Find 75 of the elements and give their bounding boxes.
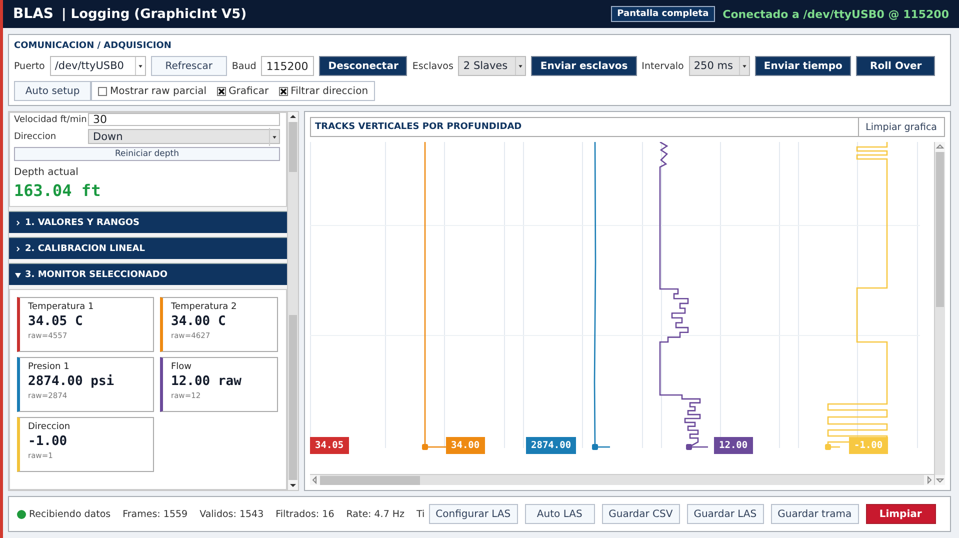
field-label: Esclavos [412, 60, 454, 72]
reset-depth-button[interactable]: Reiniciar depth [14, 147, 280, 161]
checkbox[interactable]: Graficar [216, 86, 269, 96]
caret-down-icon [15, 272, 21, 278]
action-button[interactable]: Configurar LAS [428, 504, 518, 524]
monitor-name: Temperatura 1 [28, 302, 95, 312]
status-label: Ti [416, 508, 425, 520]
baud-field[interactable]: 115200 [261, 56, 314, 76]
rate-text: Rate: 4.7 Hz [346, 508, 405, 520]
monitor-name: Temperatura 2 [171, 302, 238, 312]
check-mark-icon [280, 88, 287, 94]
action-button[interactable]: Guardar LAS [686, 504, 764, 524]
scrollbar[interactable] [287, 112, 298, 490]
scroll-thumb[interactable] [320, 476, 420, 484]
track-value: 34.05 [310, 437, 349, 454]
field-label: Velocidad ft/min [14, 114, 84, 124]
scroll-thumb[interactable] [289, 315, 297, 480]
monitor-value: 34.00 C [171, 314, 227, 329]
connection-status: Conectado a /dev/ttyUSB0 @ 115200 [722, 8, 949, 20]
send-slaves-button[interactable]: Enviar esclavos [531, 56, 637, 76]
field-label: Direccion [14, 132, 58, 142]
action-button[interactable]: Guardar trama [770, 504, 859, 524]
port-select[interactable]: /dev/ttyUSB0 [50, 56, 146, 76]
section-header[interactable]: 1. VALORES Y RANGOS [9, 211, 287, 233]
chart-title: TRACKS VERTICALES POR PROFUNDIDAD [314, 121, 523, 134]
monitor-value: 34.05 C [28, 314, 84, 329]
track-value: -1.00 [849, 437, 888, 454]
status-text: Recibiendo datos [29, 508, 111, 520]
monitor-value: 2874.00 psi [28, 374, 116, 389]
track-value: 34.00 [446, 437, 485, 454]
check-mark-icon [218, 88, 225, 94]
action-button[interactable]: Limpiar [866, 504, 936, 524]
depth-value: 163.04 ft [14, 181, 102, 200]
scroll-thumb[interactable] [936, 152, 944, 307]
frames-count: Frames: 1559 [122, 508, 188, 520]
disconnect-button[interactable]: Desconectar [319, 56, 408, 76]
dropdown-caret-icon [738, 57, 749, 75]
field-label: Baud [232, 60, 256, 72]
chevron-right-icon [15, 220, 21, 226]
monitor-name: Flow [171, 362, 193, 372]
dropdown-caret-icon [134, 57, 145, 75]
slaves-select[interactable]: 2 Slaves [458, 56, 526, 76]
chevron-right-icon [15, 246, 21, 252]
monitor-value: 12.00 raw [171, 374, 242, 389]
action-button[interactable]: Auto LAS [524, 504, 595, 524]
vertical-scrollbar[interactable] [934, 142, 945, 485]
scroll-thumb[interactable] [289, 122, 297, 172]
refresh-button[interactable]: Refrescar [150, 56, 227, 76]
filtered-count: Filtrados: 16 [276, 508, 334, 520]
checkbox[interactable]: Mostrar raw parcial [98, 86, 207, 96]
speed-field[interactable]: 30 [88, 113, 280, 126]
horizontal-scrollbar[interactable] [310, 474, 934, 485]
action-button[interactable]: Guardar CSV [602, 504, 680, 524]
window-title: | Logging (GraphicInt V5) [62, 6, 248, 22]
fullscreen-button[interactable]: Pantalla completa [611, 6, 715, 22]
valid-count: Validos: 1543 [200, 508, 264, 520]
direction-select[interactable]: Down [88, 129, 280, 144]
checkbox[interactable]: Filtrar direccion [278, 86, 368, 96]
send-time-button[interactable]: Enviar tiempo [754, 56, 852, 76]
field-label: Intervalo [642, 60, 684, 72]
panel-title: COMUNICACION / ADQUISICION [14, 41, 172, 51]
rollover-button[interactable]: Roll Over [856, 56, 936, 76]
auto-setup-button[interactable]: Auto setup [14, 81, 91, 101]
section-header[interactable]: 2. CALIBRACION LINEAL [9, 237, 287, 259]
track-value: 12.00 [714, 437, 753, 454]
monitor-value: -1.00 [28, 434, 68, 449]
section-header[interactable]: 3. MONITOR SELECCIONADO [9, 263, 287, 285]
monitor-name: Presion 1 [28, 362, 70, 372]
dropdown-caret-icon [269, 128, 279, 146]
track-value: 2874.00 [526, 437, 576, 454]
app-brand: BLAS [13, 6, 54, 22]
interval-select[interactable]: 250 ms [688, 56, 750, 76]
monitor-name: Direccion [28, 422, 72, 432]
depth-label: Depth actual [14, 167, 80, 178]
field-label: Puerto [14, 60, 45, 72]
